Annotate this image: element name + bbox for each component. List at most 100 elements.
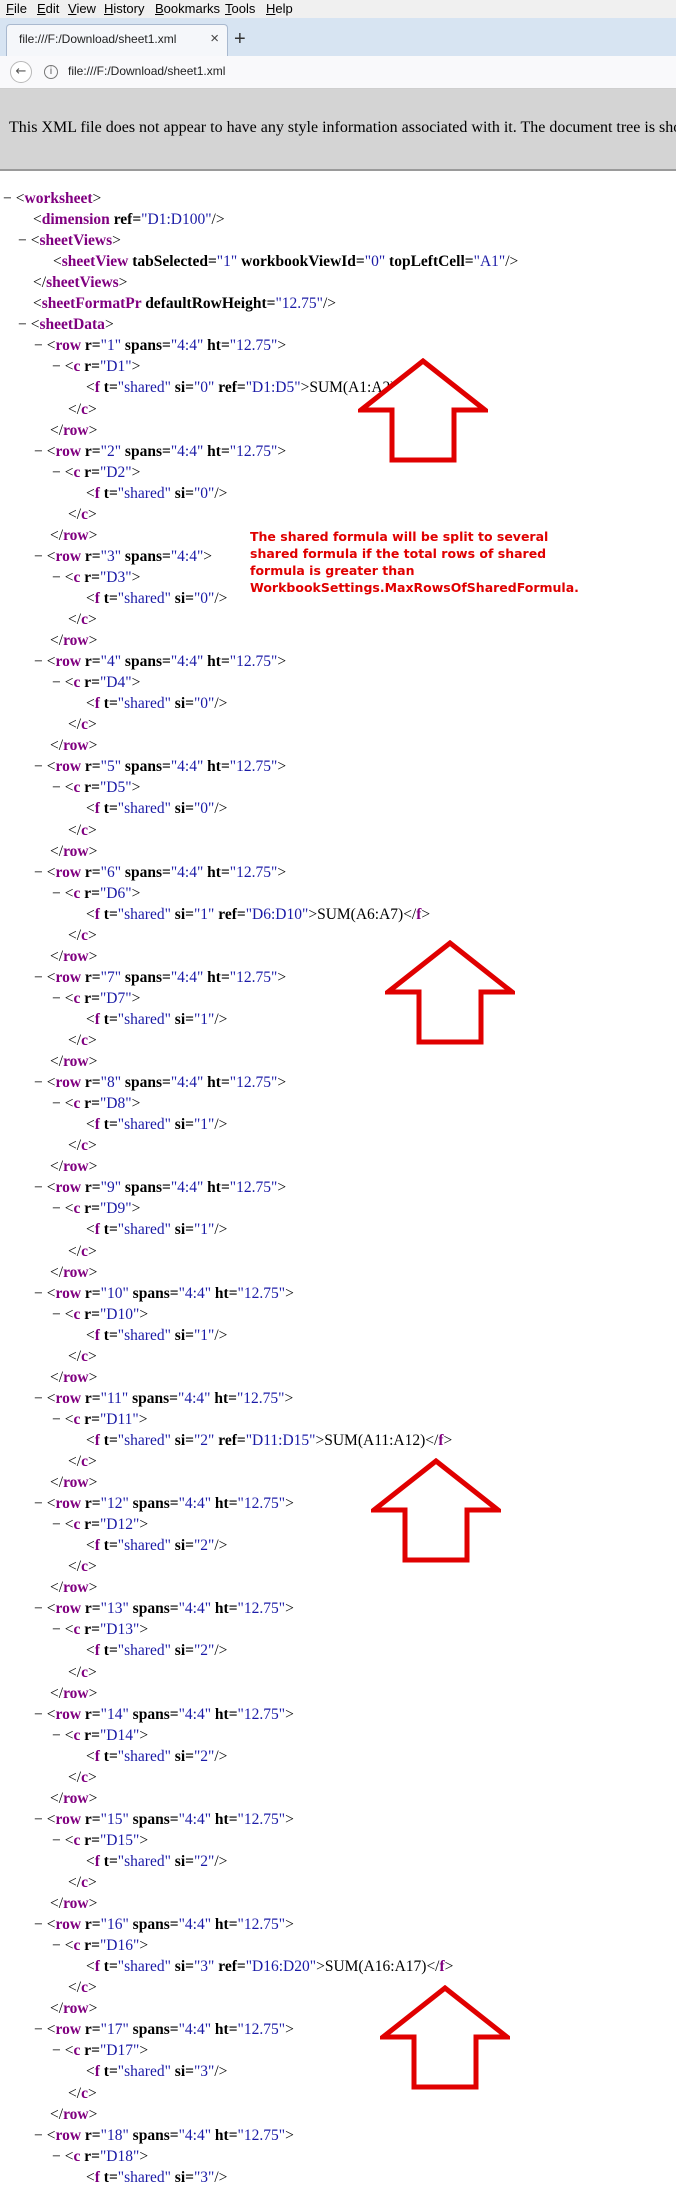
xml-row-close: </row> (50, 1158, 98, 1176)
xml-cell-D9[interactable]: − <c r="D9"> (52, 1200, 140, 1217)
xml-formula-D11: <f t="shared" si="2" ref="D11:D15">SUM(A… (86, 1431, 453, 1449)
menu-item-file[interactable]: File (6, 1, 27, 16)
collapse-marker-icon[interactable]: − (34, 969, 43, 986)
xml-row-close: </row> (50, 1368, 98, 1386)
xml-row-14[interactable]: − <row r="14" spans="4:4" ht="12.75"> (34, 1706, 294, 1723)
collapse-marker-icon[interactable]: − (18, 232, 27, 249)
collapse-marker-icon[interactable]: − (52, 1516, 61, 1533)
collapse-marker-icon[interactable]: − (52, 2042, 61, 2059)
xml-row-1[interactable]: − <row r="1" spans="4:4" ht="12.75"> (34, 337, 286, 354)
xml-row-18[interactable]: − <row r="18" spans="4:4" ht="12.75"> (34, 2127, 294, 2144)
xml-row-4[interactable]: − <row r="4" spans="4:4" ht="12.75"> (34, 653, 286, 670)
collapse-marker-icon[interactable]: − (34, 864, 43, 881)
collapse-marker-icon[interactable]: − (34, 443, 43, 460)
collapse-marker-icon[interactable]: − (34, 1495, 43, 1512)
collapse-marker-icon[interactable]: − (34, 548, 43, 565)
xml-row-16[interactable]: − <row r="16" spans="4:4" ht="12.75"> (34, 1916, 294, 1933)
xml-cell-D14[interactable]: − <c r="D14"> (52, 1727, 148, 1744)
collapse-marker-icon[interactable]: − (34, 1600, 43, 1617)
tab-sheet1[interactable]: file:///F:/Download/sheet1.xml × (6, 24, 228, 56)
menu-item-help[interactable]: Help (266, 1, 293, 16)
collapse-marker-icon[interactable]: − (52, 2148, 61, 2165)
collapse-marker-icon[interactable]: − (52, 1411, 61, 1428)
xml-cell-D16[interactable]: − <c r="D16"> (52, 1937, 148, 1954)
xml-cell-D17[interactable]: − <c r="D17"> (52, 2042, 148, 2059)
menu-item-bookmarks[interactable]: Bookmarks (155, 1, 220, 16)
xml-cell-D13[interactable]: − <c r="D13"> (52, 1621, 148, 1638)
xml-row-15[interactable]: − <row r="15" spans="4:4" ht="12.75"> (34, 1811, 294, 1828)
address-bar[interactable]: file:///F:/Download/sheet1.xml (68, 64, 225, 78)
collapse-marker-icon[interactable]: − (52, 674, 61, 691)
collapse-marker-icon[interactable]: − (52, 1200, 61, 1217)
menu-item-view[interactable]: View (68, 1, 96, 16)
xml-cell-D3[interactable]: − <c r="D3"> (52, 569, 140, 586)
xml-cell-D11[interactable]: − <c r="D11"> (52, 1411, 148, 1428)
collapse-marker-icon[interactable]: − (18, 316, 27, 333)
xml-cell-D10[interactable]: − <c r="D10"> (52, 1306, 148, 1323)
collapse-marker-icon[interactable]: − (52, 464, 61, 481)
xml-formula-D8: <f t="shared" si="1"/> (86, 1116, 228, 1134)
xml-cell-D2[interactable]: − <c r="D2"> (52, 464, 140, 481)
xml-row-close: </row> (50, 1789, 98, 1807)
xml-worksheet-open[interactable]: − <worksheet> (3, 190, 101, 207)
collapse-marker-icon[interactable]: − (34, 2021, 43, 2038)
collapse-marker-icon[interactable]: − (34, 1390, 43, 1407)
xml-cell-D12[interactable]: − <c r="D12"> (52, 1516, 148, 1533)
xml-row-17[interactable]: − <row r="17" spans="4:4" ht="12.75"> (34, 2021, 294, 2038)
collapse-marker-icon[interactable]: − (52, 1937, 61, 1954)
xml-row-2[interactable]: − <row r="2" spans="4:4" ht="12.75"> (34, 443, 286, 460)
collapse-marker-icon[interactable]: − (52, 779, 61, 796)
xml-row-9[interactable]: − <row r="9" spans="4:4" ht="12.75"> (34, 1179, 286, 1196)
xml-cell-close: </c> (68, 1874, 97, 1891)
xml-row-close: </row> (50, 421, 98, 439)
menu-item-history[interactable]: History (104, 1, 144, 16)
collapse-marker-icon[interactable]: − (34, 2127, 43, 2144)
xml-cell-D5[interactable]: − <c r="D5"> (52, 779, 140, 796)
menu-item-tools[interactable]: Tools (225, 1, 255, 16)
collapse-marker-icon[interactable]: − (3, 190, 12, 207)
xml-cell-D6[interactable]: − <c r="D6"> (52, 885, 140, 902)
xml-cell-D1[interactable]: − <c r="D1"> (52, 358, 140, 375)
collapse-marker-icon[interactable]: − (34, 1811, 43, 1828)
collapse-marker-icon[interactable]: − (52, 990, 61, 1007)
collapse-marker-icon[interactable]: − (52, 1832, 61, 1849)
collapse-marker-icon[interactable]: − (34, 1285, 43, 1302)
menu-item-edit[interactable]: Edit (37, 1, 59, 16)
xml-row-12[interactable]: − <row r="12" spans="4:4" ht="12.75"> (34, 1495, 294, 1512)
xml-cell-D8[interactable]: − <c r="D8"> (52, 1095, 140, 1112)
xml-row-13[interactable]: − <row r="13" spans="4:4" ht="12.75"> (34, 1600, 294, 1617)
xml-cell-D15[interactable]: − <c r="D15"> (52, 1832, 148, 1849)
xml-cell-close: </c> (68, 1558, 97, 1576)
xml-row-8[interactable]: − <row r="8" spans="4:4" ht="12.75"> (34, 1074, 286, 1091)
navigation-bar: ← i file:///F:/Download/sheet1.xml (0, 56, 676, 89)
collapse-marker-icon[interactable]: − (34, 1179, 43, 1196)
xml-sheetdata-open[interactable]: − <sheetData> (18, 316, 114, 333)
xml-sheetviews-open[interactable]: − <sheetViews> (18, 232, 121, 249)
collapse-marker-icon[interactable]: − (52, 1095, 61, 1112)
new-tab-icon[interactable]: + (234, 28, 246, 51)
xml-row-3[interactable]: − <row r="3" spans="4:4"> (34, 548, 212, 565)
xml-cell-D4[interactable]: − <c r="D4"> (52, 674, 140, 691)
collapse-marker-icon[interactable]: − (34, 337, 43, 354)
close-icon[interactable]: × (210, 30, 219, 47)
info-icon[interactable]: i (44, 65, 58, 79)
xml-row-7[interactable]: − <row r="7" spans="4:4" ht="12.75"> (34, 969, 286, 986)
collapse-marker-icon[interactable]: − (52, 1727, 61, 1744)
collapse-marker-icon[interactable]: − (52, 1621, 61, 1638)
collapse-marker-icon[interactable]: − (34, 1916, 43, 1933)
xml-cell-D7[interactable]: − <c r="D7"> (52, 990, 140, 1007)
xml-row-10[interactable]: − <row r="10" spans="4:4" ht="12.75"> (34, 1285, 294, 1302)
xml-row-6[interactable]: − <row r="6" spans="4:4" ht="12.75"> (34, 864, 286, 881)
collapse-marker-icon[interactable]: − (52, 569, 61, 586)
back-arrow-icon[interactable]: ← (10, 61, 32, 83)
collapse-marker-icon[interactable]: − (52, 358, 61, 375)
collapse-marker-icon[interactable]: − (52, 1306, 61, 1323)
collapse-marker-icon[interactable]: − (34, 758, 43, 775)
collapse-marker-icon[interactable]: − (34, 1074, 43, 1091)
xml-cell-D18[interactable]: − <c r="D18"> (52, 2148, 148, 2165)
collapse-marker-icon[interactable]: − (52, 885, 61, 902)
xml-row-11[interactable]: − <row r="11" spans="4:4" ht="12.75"> (34, 1390, 293, 1407)
xml-row-5[interactable]: − <row r="5" spans="4:4" ht="12.75"> (34, 758, 286, 775)
collapse-marker-icon[interactable]: − (34, 1706, 43, 1723)
collapse-marker-icon[interactable]: − (34, 653, 43, 670)
